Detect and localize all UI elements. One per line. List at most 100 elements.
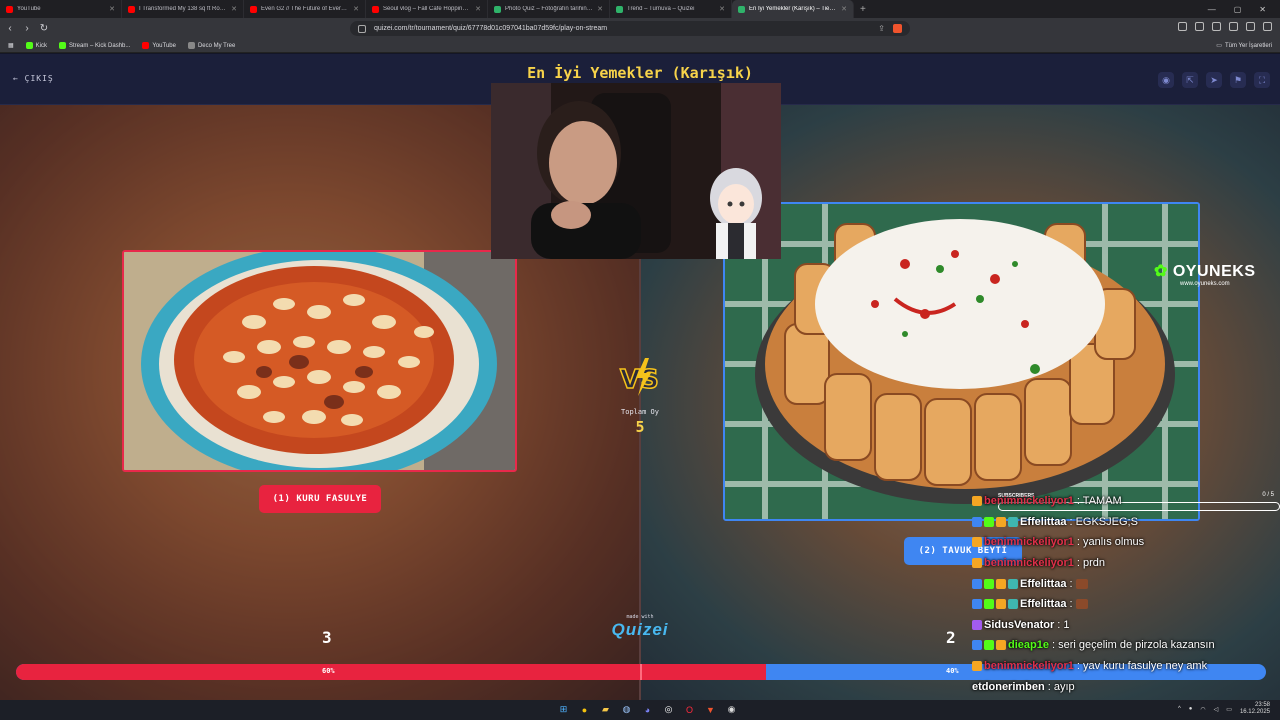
- new-tab-button[interactable]: +: [854, 4, 872, 15]
- wifi-icon[interactable]: ◠: [1200, 706, 1205, 713]
- clock-time: 23:58: [1254, 702, 1270, 708]
- share-icon[interactable]: ⇱: [1182, 72, 1198, 88]
- bookmark-favicon-icon: [25, 42, 33, 49]
- chat-badge-icon: [984, 516, 994, 527]
- browser-tab[interactable]: I Transformed My 138 sq ft Room Int ✕: [122, 0, 244, 18]
- chat-text: :: [1069, 577, 1073, 590]
- chevron-up-icon[interactable]: ^: [1178, 706, 1181, 712]
- close-tab-icon[interactable]: ✕: [719, 5, 725, 13]
- bookmark-favicon-icon: [59, 42, 67, 49]
- extension-icon[interactable]: [1212, 22, 1221, 31]
- bookmark-label: Stream – Kick Dashb...: [69, 42, 131, 49]
- volume-icon[interactable]: ◁: [1214, 706, 1219, 713]
- chat-badge-icon: [996, 640, 1006, 651]
- send-icon[interactable]: ➤: [1206, 72, 1222, 88]
- discord-icon[interactable]: ◕: [640, 702, 655, 717]
- url-text[interactable]: quizei.com/tr/tournament/quiz/67778d01c0…: [374, 25, 878, 32]
- clock[interactable]: 23:58 16.12.2025: [1240, 702, 1270, 716]
- obs-icon[interactable]: ◉: [724, 702, 739, 717]
- chat-badge-icon: [972, 640, 982, 651]
- close-tab-icon[interactable]: ✕: [353, 5, 359, 13]
- close-tab-icon[interactable]: ✕: [475, 5, 481, 13]
- bookmarks-bar: ▦ Kick Stream – Kick Dashb... YouTube Deco …: [0, 39, 1280, 53]
- eye-icon[interactable]: ◉: [1158, 72, 1174, 88]
- option-right-image[interactable]: [723, 202, 1200, 521]
- flag-icon[interactable]: ⚑: [1230, 72, 1246, 88]
- chat-badge-icon: [996, 578, 1006, 589]
- browser-tab[interactable]: En İyi Yemekler (Karışık) – Tier Li ✕: [732, 0, 854, 18]
- close-tab-icon[interactable]: ✕: [597, 5, 603, 13]
- quizei-logo: Quizei: [611, 620, 669, 639]
- tab-favicon-icon: [250, 5, 257, 13]
- option-left-image[interactable]: [122, 250, 517, 472]
- chat-message: benimnickeliyor1: TAMAM: [972, 491, 1272, 512]
- close-tab-icon[interactable]: ✕: [231, 5, 237, 13]
- bookmark-item[interactable]: Kick: [25, 42, 47, 49]
- browser-tab[interactable]: YouTube ✕: [0, 0, 122, 18]
- file-explorer-icon[interactable]: ▰: [598, 702, 613, 717]
- sponsor-name: ✿ OYUNEKS: [1154, 261, 1255, 281]
- close-window-icon[interactable]: ✕: [1259, 5, 1266, 14]
- address-bar[interactable]: quizei.com/tr/tournament/quiz/67778d01c0…: [350, 21, 910, 36]
- battery-icon[interactable]: ▭: [1226, 706, 1232, 713]
- chat-badge-icon: [972, 496, 982, 507]
- browser-tab[interactable]: Photo Quiz – Fotoğrafın tarihini ve ko ✕: [488, 0, 610, 18]
- extension-icon[interactable]: [1195, 22, 1204, 31]
- chat-text: : ayıp: [1047, 680, 1075, 693]
- total-votes-value: 5: [635, 418, 645, 436]
- made-with-quizei[interactable]: made with Quizei: [600, 614, 680, 640]
- tab-favicon-icon: [128, 5, 135, 13]
- tab-title: En İyi Yemekler (Karışık) – Tier Li: [749, 6, 838, 12]
- close-tab-icon[interactable]: ✕: [841, 5, 847, 13]
- site-info-icon[interactable]: [358, 24, 366, 33]
- chat-badge-icon: [984, 599, 994, 610]
- bookmark-item[interactable]: YouTube: [142, 42, 176, 49]
- apps-icon[interactable]: ▦: [8, 42, 14, 49]
- chat-message: Effelittaa:: [972, 573, 1272, 594]
- chat-badge-icon: [984, 578, 994, 589]
- bookmark-item[interactable]: Stream – Kick Dashb...: [59, 42, 130, 49]
- chat-username: benimnickeliyor1: [984, 660, 1074, 673]
- chat-message: benimnickeliyor1: prdn: [972, 553, 1272, 574]
- left-vote-count: 3: [322, 628, 332, 647]
- mic-icon[interactable]: ●: [1189, 706, 1193, 712]
- chrome-icon[interactable]: ●: [577, 702, 592, 717]
- chat-badge-icon: [1008, 578, 1018, 589]
- chat-text: : prdn: [1076, 557, 1106, 570]
- option-left-button[interactable]: (1) KURU FASULYE: [259, 485, 381, 513]
- chat-username: Effelittaa: [1020, 598, 1067, 611]
- spotify-icon[interactable]: ◎: [661, 702, 676, 717]
- chat-message: SidusVenator: 1: [972, 615, 1272, 636]
- brave-icon[interactable]: ▼: [703, 702, 718, 717]
- extension-icon[interactable]: [1178, 22, 1187, 31]
- menu-icon[interactable]: [1263, 22, 1272, 31]
- browser-tab[interactable]: Trend – Turnuva – Quizei ✕: [610, 0, 732, 18]
- tab-favicon-icon: [738, 5, 745, 13]
- oyuneks-logo-icon: ✿: [1154, 263, 1168, 280]
- reload-icon[interactable]: ↻: [37, 23, 51, 34]
- wallet-icon[interactable]: [1246, 22, 1255, 31]
- share-icon[interactable]: ⇪: [878, 24, 885, 33]
- browser-tab[interactable]: Even G2 // The Future of Everyday Sr ✕: [244, 0, 366, 18]
- window-controls: — ▢ ✕: [1208, 5, 1280, 14]
- tab-favicon-icon: [616, 5, 623, 13]
- forward-icon[interactable]: ›: [20, 23, 34, 34]
- bookmark-favicon-icon: [142, 42, 150, 49]
- tab-title: Even G2 // The Future of Everyday Sr: [261, 6, 349, 12]
- opera-icon[interactable]: O: [682, 702, 697, 717]
- chat-text: : TAMAM: [1076, 495, 1122, 508]
- sidebar-icon[interactable]: [1229, 22, 1238, 31]
- brave-shields-icon[interactable]: [893, 24, 902, 33]
- chat-badge-icon: [972, 599, 982, 610]
- back-icon[interactable]: ‹: [3, 23, 17, 34]
- minimize-icon[interactable]: —: [1208, 5, 1216, 14]
- start-icon[interactable]: ⊞: [556, 702, 571, 717]
- steam-icon[interactable]: ◍: [619, 702, 634, 717]
- all-bookmarks[interactable]: ▭ Tüm Yer İşaretleri: [1216, 42, 1280, 50]
- maximize-icon[interactable]: ▢: [1234, 5, 1242, 14]
- chat-text: :: [1069, 598, 1073, 611]
- close-tab-icon[interactable]: ✕: [109, 5, 115, 13]
- bookmark-item[interactable]: Deco My Tree: [187, 42, 235, 49]
- browser-tab[interactable]: Seoul vlog – Fall Cafe Hopping, Top ✕: [366, 0, 488, 18]
- fullscreen-icon[interactable]: ⛶: [1254, 72, 1270, 88]
